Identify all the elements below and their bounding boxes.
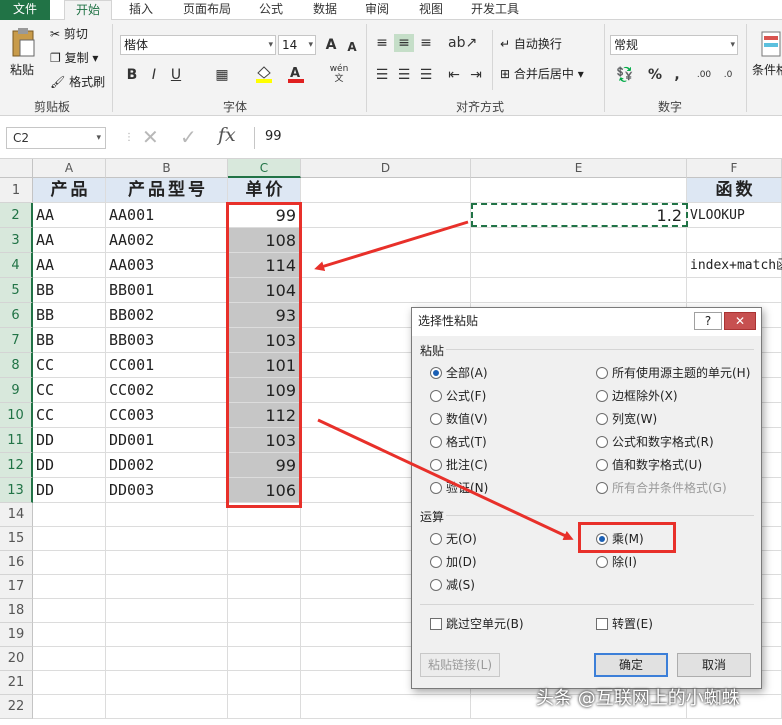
annotation-arrows: [314, 220, 574, 540]
arrow-to-multiply-option: [317, 418, 574, 540]
arrow-to-price-column: [314, 220, 469, 272]
watermark: 头条 @互联网上的小蜘蛛: [536, 688, 740, 709]
